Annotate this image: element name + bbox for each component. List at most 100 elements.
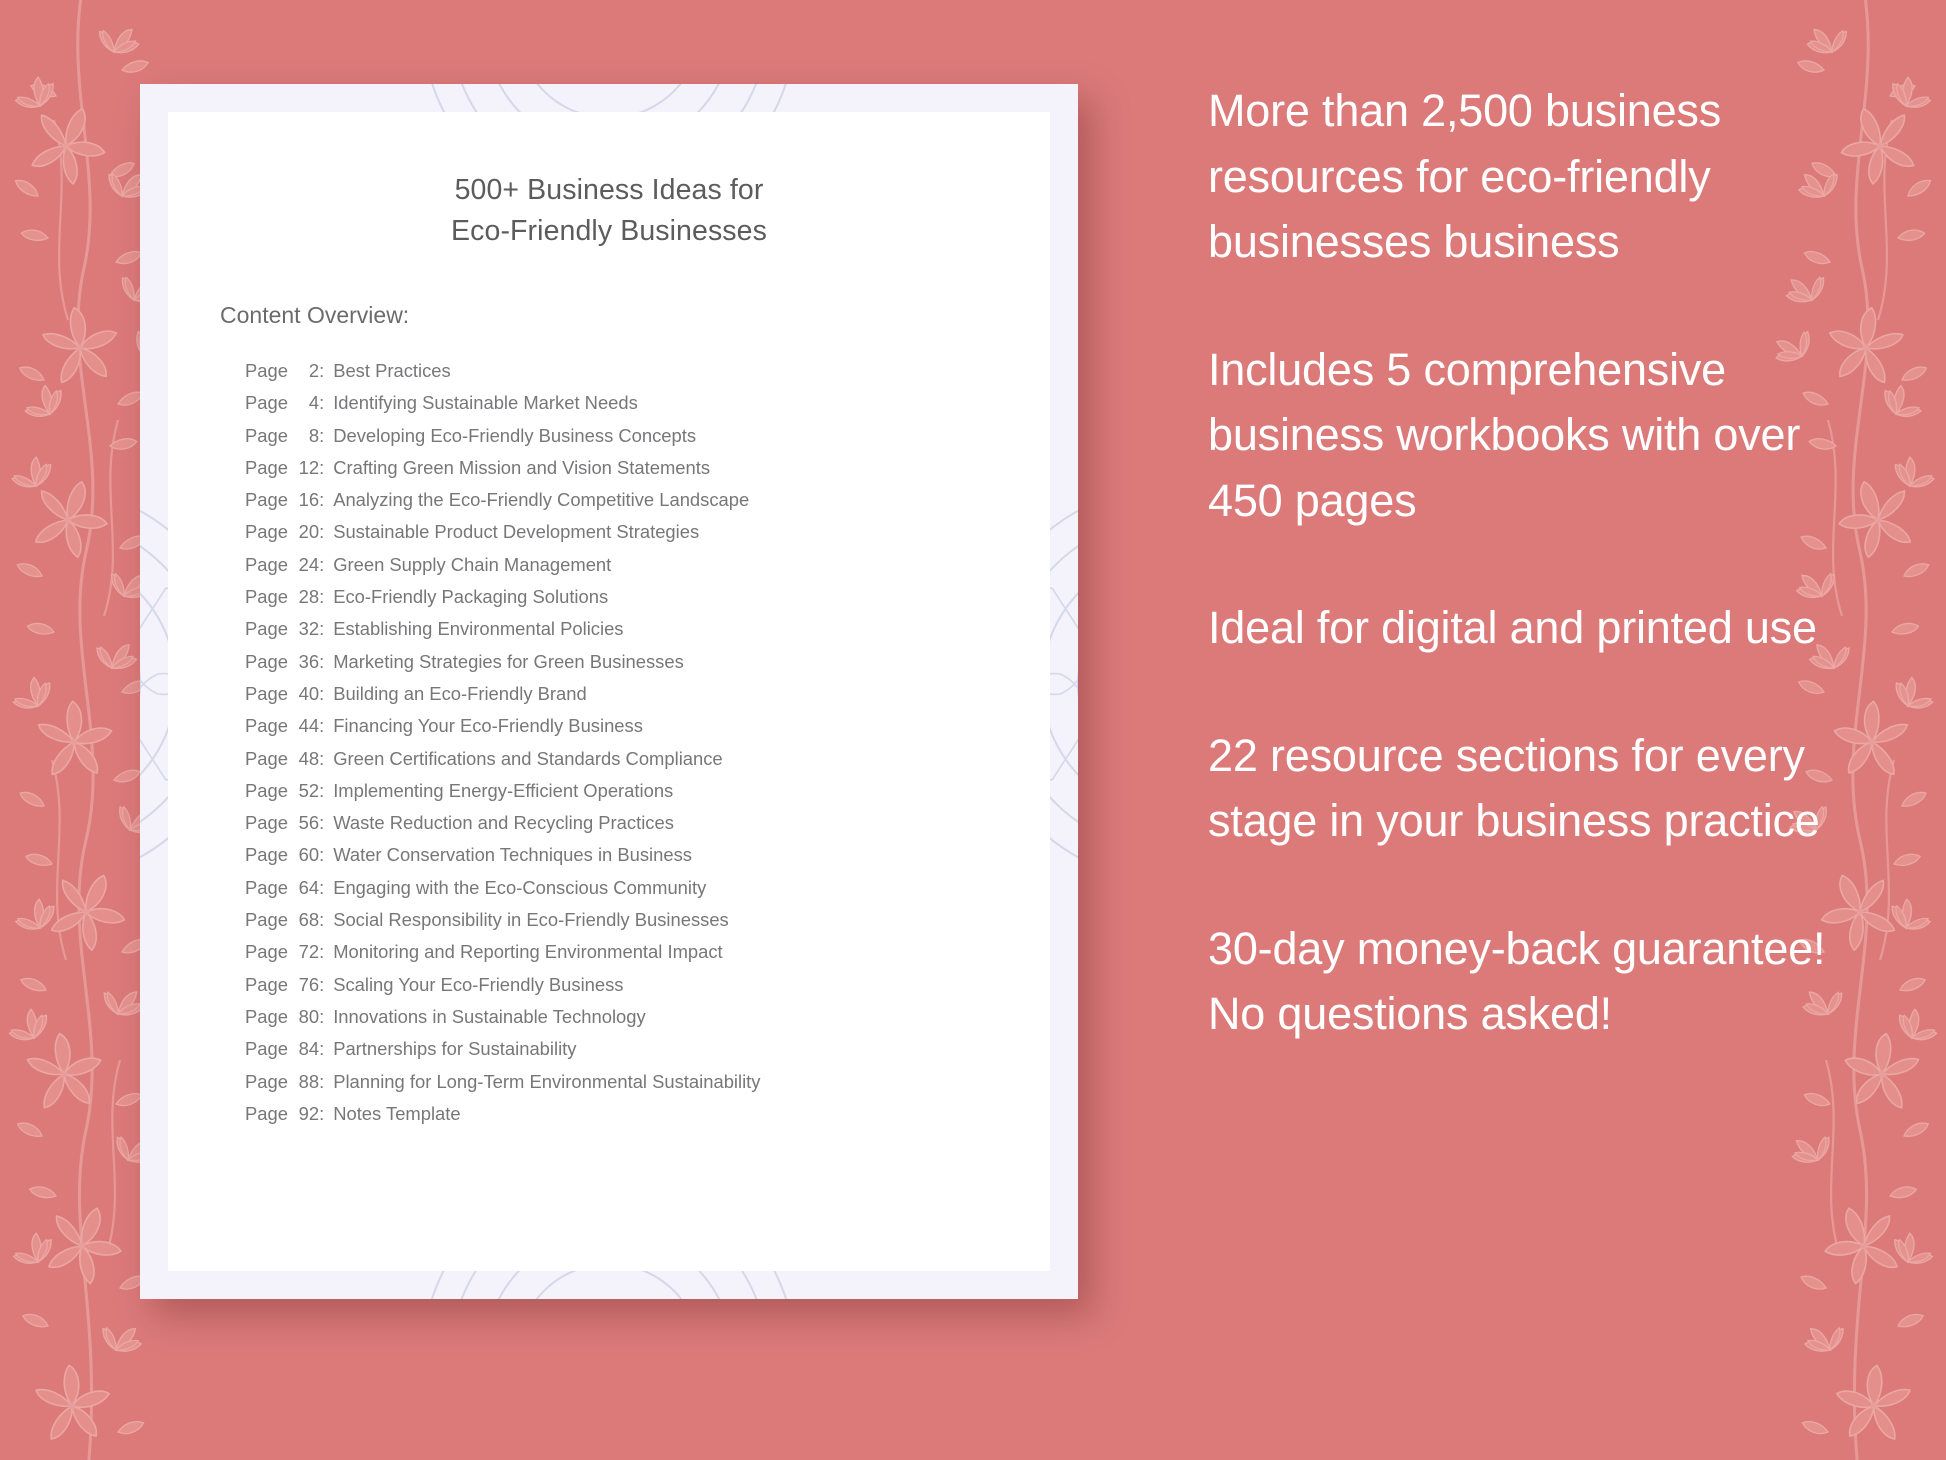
toc-page-word: Page xyxy=(245,360,294,381)
toc-separator: : xyxy=(319,1005,325,1027)
toc-entry-title: Monitoring and Reporting Environmental I… xyxy=(333,941,723,963)
content-overview-label: Content Overview: xyxy=(220,302,410,328)
toc-page-number: 28 xyxy=(298,586,320,608)
document-title: 500+ Business Ideas for Eco-Friendly Bus… xyxy=(168,170,1050,252)
toc-entry: Page 88: Planning for Long-Term Environme… xyxy=(245,1066,1050,1098)
toc-entry: Page 72: Monitoring and Reporting Environ… xyxy=(245,936,1050,968)
toc-page-word: Page xyxy=(245,812,294,834)
toc-separator: : xyxy=(319,973,325,995)
toc-separator: : xyxy=(319,812,325,834)
toc-entry-title: Implementing Energy-Efficient Operations xyxy=(333,779,674,801)
toc-separator: : xyxy=(319,456,325,478)
toc-entry-title: Innovations in Sustainable Technology xyxy=(333,1005,646,1027)
toc-entry-title: Engaging with the Eco-Conscious Communit… xyxy=(333,876,707,898)
toc-entry-title: Crafting Green Mission and Vision Statem… xyxy=(333,456,711,478)
toc-page-number: 44 xyxy=(298,715,320,737)
toc-entry: Page 52: Implementing Energy-Efficient Op… xyxy=(245,775,1050,807)
toc-separator: : xyxy=(319,650,325,672)
toc-entry-title: Green Certifications and Standards Compl… xyxy=(333,747,723,769)
toc-entry-title: Marketing Strategies for Green Businesse… xyxy=(333,650,684,672)
toc-entry: Page 24: Green Supply Chain Management xyxy=(245,549,1050,581)
toc-entry: Page 16: Analyzing the Eco-Friendly Compe… xyxy=(245,484,1050,516)
marketing-paragraph: More than 2,500 business resources for e… xyxy=(1208,85,1722,267)
toc-page-word: Page xyxy=(245,973,294,995)
toc-entry-title: Notes Template xyxy=(333,1102,461,1124)
toc-page-word: Page xyxy=(245,618,294,640)
toc-page-word: Page xyxy=(245,521,294,543)
toc-entry-title: Social Responsibility in Eco-Friendly Bu… xyxy=(333,909,729,931)
toc-entry-title: Building an Eco-Friendly Brand xyxy=(333,682,587,704)
toc-entry-title: Developing Eco-Friendly Business Concept… xyxy=(333,424,697,446)
toc-page-number: 88 xyxy=(298,1070,320,1092)
marketing-copy-column: More than 2,500 business resources for e… xyxy=(1208,78,1838,1047)
toc-entry: Page 32: Establishing Environmental Polic… xyxy=(245,613,1050,645)
marketing-paragraph: Ideal for digital and printed use xyxy=(1208,602,1817,653)
toc-entry: Page 80: Innovations in Sustainable Techn… xyxy=(245,1001,1050,1033)
toc-page-number: 12 xyxy=(298,456,320,478)
toc-separator: : xyxy=(319,1070,325,1092)
toc-page-number: 2 xyxy=(308,360,320,381)
toc-entry: Page 64: Engaging with the Eco-Conscious … xyxy=(245,872,1050,904)
toc-separator: : xyxy=(319,1102,325,1124)
toc-page-word: Page xyxy=(245,1005,294,1027)
toc-page-word: Page xyxy=(245,941,294,963)
toc-page-number: 32 xyxy=(298,618,320,640)
toc-entry-title: Establishing Environmental Policies xyxy=(333,618,624,640)
toc-page-number: 8 xyxy=(308,424,320,446)
toc-entry-title: Best Practices xyxy=(333,360,451,381)
toc-entry: Page 2: Best Practices xyxy=(245,355,1050,387)
toc-page-word: Page xyxy=(245,1102,294,1124)
toc-entry: Page 76: Scaling Your Eco-Friendly Busine… xyxy=(245,969,1050,1001)
toc-separator: : xyxy=(319,521,325,543)
document-page-preview: 500+ Business Ideas for Eco-Friendly Bus… xyxy=(140,84,1078,1299)
toc-page-word: Page xyxy=(245,456,294,478)
toc-page-number: 68 xyxy=(298,909,320,931)
toc-separator: : xyxy=(319,360,325,381)
toc-page-number: 52 xyxy=(298,779,320,801)
toc-separator: : xyxy=(319,844,325,866)
toc-page-number: 56 xyxy=(298,812,320,834)
toc-page-word: Page xyxy=(245,1038,294,1060)
toc-page-word: Page xyxy=(245,392,294,414)
toc-page-number: 64 xyxy=(298,876,320,898)
toc-separator: : xyxy=(319,553,325,575)
toc-entry-title: Waste Reduction and Recycling Practices xyxy=(333,812,674,834)
toc-entry-title: Eco-Friendly Packaging Solutions xyxy=(333,586,609,608)
toc-page-word: Page xyxy=(245,424,294,446)
toc-entry-title: Water Conservation Techniques in Busines… xyxy=(333,844,692,866)
toc-entry: Page 84: Partnerships for Sustainability xyxy=(245,1033,1050,1065)
toc-entry: Page 40: Building an Eco-Friendly Brand xyxy=(245,678,1050,710)
toc-separator: : xyxy=(319,941,325,963)
document-inner-page: 500+ Business Ideas for Eco-Friendly Bus… xyxy=(168,112,1050,1271)
toc-entry-title: Scaling Your Eco-Friendly Business xyxy=(333,973,624,995)
toc-page-word: Page xyxy=(245,747,294,769)
toc-page-word: Page xyxy=(245,650,294,672)
toc-page-number: 16 xyxy=(298,489,320,511)
marketing-paragraph: 30-day money-back guarantee! No question… xyxy=(1208,922,1826,1040)
toc-separator: : xyxy=(319,747,325,769)
toc-entry-title: Sustainable Product Development Strategi… xyxy=(333,521,700,543)
toc-separator: : xyxy=(319,489,325,511)
toc-page-word: Page xyxy=(245,715,294,737)
product-listing-graphic: 500+ Business Ideas for Eco-Friendly Bus… xyxy=(0,0,1946,1460)
toc-separator: : xyxy=(319,618,325,640)
toc-page-number: 92 xyxy=(298,1102,320,1124)
toc-separator: : xyxy=(319,424,325,446)
toc-page-word: Page xyxy=(245,553,294,575)
toc-separator: : xyxy=(319,586,325,608)
toc-entry: Page 36: Marketing Strategies for Green B… xyxy=(245,646,1050,678)
toc-separator: : xyxy=(319,779,325,801)
toc-separator: : xyxy=(319,1038,325,1060)
toc-entry-title: Identifying Sustainable Market Needs xyxy=(333,392,638,414)
toc-entry: Page 4: Identifying Sustainable Market Ne… xyxy=(245,387,1050,419)
toc-entry-title: Analyzing the Eco-Friendly Competitive L… xyxy=(333,489,750,511)
toc-separator: : xyxy=(319,682,325,704)
toc-page-word: Page xyxy=(245,489,294,511)
toc-separator: : xyxy=(319,392,325,414)
toc-entry: Page 20: Sustainable Product Development … xyxy=(245,516,1050,548)
toc-page-number: 24 xyxy=(298,553,320,575)
toc-entry: Page 28: Eco-Friendly Packaging Solutions xyxy=(245,581,1050,613)
toc-page-word: Page xyxy=(245,844,294,866)
toc-entry: Page 92: Notes Template xyxy=(245,1098,1050,1130)
toc-entry-title: Partnerships for Sustainability xyxy=(333,1038,577,1060)
